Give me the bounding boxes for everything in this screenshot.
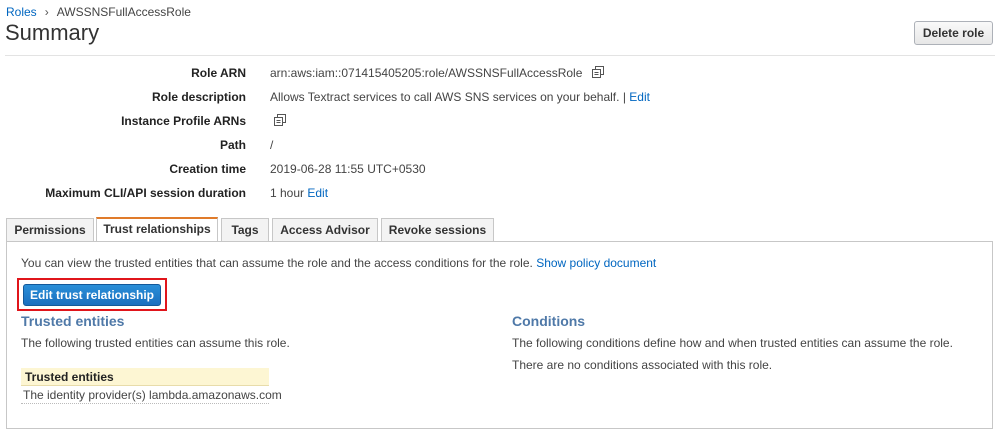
role-description-separator: | <box>622 90 626 104</box>
breadcrumb-separator: › <box>44 5 49 19</box>
creation-time-label: Creation time <box>169 162 246 176</box>
header-divider <box>5 55 995 56</box>
delete-role-button[interactable]: Delete role <box>914 21 993 45</box>
tab-permissions[interactable]: Permissions <box>6 218 94 242</box>
breadcrumb-roles-link[interactable]: Roles <box>6 5 37 19</box>
session-duration-row: Maximum CLI/API session duration 1 hour … <box>0 186 1000 204</box>
creation-time-value: 2019-06-28 11:55 UTC+0530 <box>270 162 426 176</box>
tab-tags[interactable]: Tags <box>221 218 269 242</box>
role-description-text: Allows Textract services to call AWS SNS… <box>270 90 620 104</box>
edit-trust-relationship-button[interactable]: Edit trust relationship <box>23 284 161 306</box>
breadcrumb: Roles › AWSSNSFullAccessRole <box>6 5 191 19</box>
trusted-entities-description: The following trusted entities can assum… <box>21 336 290 350</box>
conditions-none: There are no conditions associated with … <box>512 358 773 372</box>
role-arn-row: Role ARN arn:aws:iam::071415405205:role/… <box>0 66 1000 84</box>
copy-icon[interactable] <box>274 114 286 129</box>
trust-intro: You can view the trusted entities that c… <box>21 256 656 270</box>
session-duration-value: 1 hour Edit <box>270 186 328 200</box>
highlight-box: Edit trust relationship <box>17 278 167 311</box>
table-header: Trusted entities <box>21 368 269 386</box>
show-policy-document-link[interactable]: Show policy document <box>536 256 656 270</box>
tab-access-advisor[interactable]: Access Advisor <box>272 218 378 242</box>
instance-profile-row: Instance Profile ARNs <box>0 114 1000 132</box>
table-row: The identity provider(s) lambda.amazonaw… <box>21 388 282 404</box>
instance-profile-label: Instance Profile ARNs <box>121 114 246 128</box>
tab-revoke-sessions[interactable]: Revoke sessions <box>381 218 494 242</box>
role-arn-text: arn:aws:iam::071415405205:role/AWSSNSFul… <box>270 66 583 80</box>
path-label: Path <box>219 138 246 152</box>
page-title: Summary <box>5 20 100 45</box>
trust-relationships-panel: You can view the trusted entities that c… <box>6 241 993 429</box>
conditions-description: The following conditions define how and … <box>512 336 953 350</box>
tab-trust-relationships[interactable]: Trust relationships <box>96 217 218 242</box>
session-duration-label: Maximum CLI/API session duration <box>45 186 246 200</box>
copy-icon[interactable] <box>591 66 604 81</box>
role-description-label: Role description <box>151 90 246 104</box>
edit-description-link[interactable]: Edit <box>629 90 650 104</box>
conditions-title: Conditions <box>512 313 586 329</box>
role-arn-label: Role ARN <box>191 66 246 80</box>
edit-session-duration-link[interactable]: Edit <box>307 186 328 200</box>
creation-time-row: Creation time 2019-06-28 11:55 UTC+0530 <box>0 162 1000 180</box>
breadcrumb-current: AWSSNSFullAccessRole <box>56 5 191 19</box>
path-value: / <box>270 138 274 152</box>
role-description-row: Role description Allows Textract service… <box>0 90 1000 108</box>
trusted-entities-table: Trusted entities The identity provider(s… <box>21 368 282 404</box>
trust-intro-text: You can view the trusted entities that c… <box>21 256 533 270</box>
session-duration-text: 1 hour <box>270 186 305 200</box>
role-description-value: Allows Textract services to call AWS SNS… <box>270 90 650 104</box>
instance-profile-value <box>268 114 286 129</box>
trusted-entities-title: Trusted entities <box>21 313 125 329</box>
path-row: Path / <box>0 138 1000 156</box>
role-arn-value: arn:aws:iam::071415405205:role/AWSSNSFul… <box>270 66 604 81</box>
